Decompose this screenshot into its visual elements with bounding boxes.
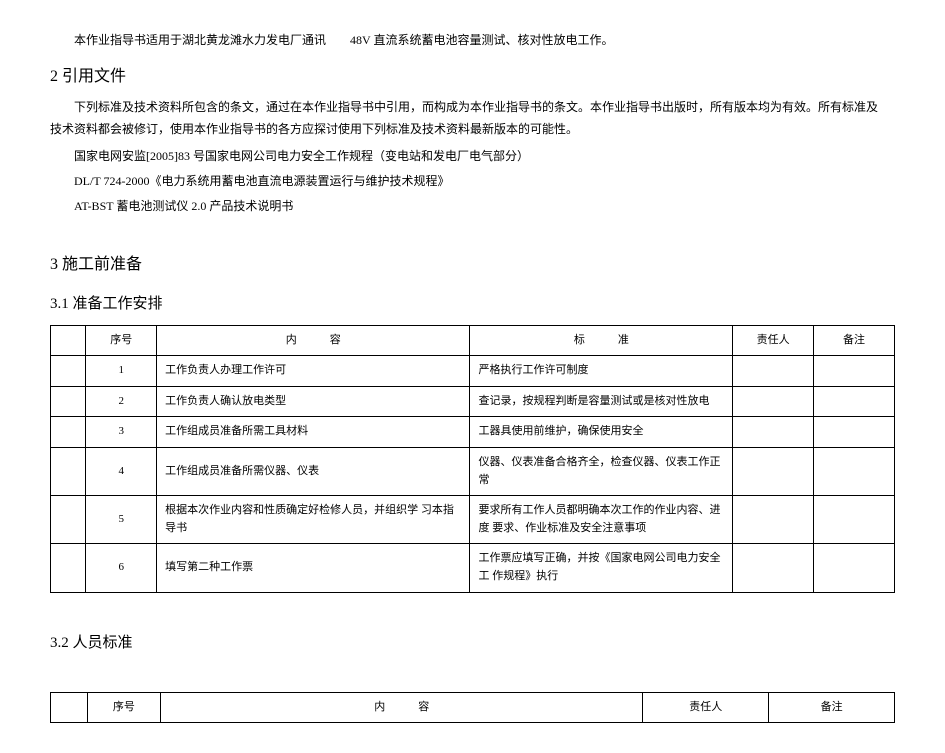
remark-cell (814, 356, 895, 387)
blank-cell (51, 544, 86, 592)
section-3-2-heading: 3.2 人员标准 (50, 631, 895, 652)
reference-line: AT-BST 蓄电池测试仪 2.0 产品技术说明书 (50, 195, 895, 218)
person-header: 责任人 (643, 692, 769, 723)
section-3-1-heading: 3.1 准备工作安排 (50, 292, 895, 313)
person-cell (733, 386, 814, 417)
seq-cell: 2 (86, 386, 157, 417)
remark-cell (814, 386, 895, 417)
preparation-table: 序号 内 容 标 准 责任人 备注 1 工作负责人办理工作许可 严格执行工作许可… (50, 325, 895, 593)
remark-header: 备注 (769, 692, 895, 723)
personnel-table: 序号 内 容 责任人 备注 (50, 692, 895, 724)
person-cell (733, 447, 814, 495)
standard-cell: 工器具使用前维护，确保使用安全 (470, 417, 733, 448)
content-cell: 工作组成员准备所需工具材料 (157, 417, 470, 448)
reference-line: 国家电网安监[2005]83 号国家电网公司电力安全工作规程（变电站和发电厂电气… (50, 145, 895, 168)
standard-header: 标 准 (470, 325, 733, 356)
person-header: 责任人 (733, 325, 814, 356)
blank-cell (51, 386, 86, 417)
section-2-paragraph: 下列标准及技术资料所包含的条文，通过在本作业指导书中引用，而构成为本作业指导书的… (50, 96, 895, 142)
blank-cell (51, 356, 86, 387)
standard-cell: 严格执行工作许可制度 (470, 356, 733, 387)
content-cell: 根据本次作业内容和性质确定好检修人员，并组织学 习本指导书 (157, 496, 470, 544)
section-3-heading: 3 施工前准备 (50, 250, 895, 274)
seq-header: 序号 (86, 325, 157, 356)
content-cell: 工作负责人确认放电类型 (157, 386, 470, 417)
person-cell (733, 356, 814, 387)
table-row: 5 根据本次作业内容和性质确定好检修人员，并组织学 习本指导书 要求所有工作人员… (51, 496, 895, 544)
reference-line: DL/T 724-2000《电力系统用蓄电池直流电源装置运行与维护技术规程》 (50, 170, 895, 193)
standard-cell: 查记录，按规程判断是容量测试或是核对性放电 (470, 386, 733, 417)
person-cell (733, 417, 814, 448)
seq-cell: 5 (86, 496, 157, 544)
section-2-heading: 2 引用文件 (50, 62, 895, 86)
remark-cell (814, 544, 895, 592)
standard-cell: 仪器、仪表准备合格齐全，检查仪器、仪表工作正常 (470, 447, 733, 495)
blank-header (51, 325, 86, 356)
blank-cell (51, 417, 86, 448)
blank-header (51, 692, 88, 723)
table-row: 2 工作负责人确认放电类型 查记录，按规程判断是容量测试或是核对性放电 (51, 386, 895, 417)
table-row: 3 工作组成员准备所需工具材料 工器具使用前维护，确保使用安全 (51, 417, 895, 448)
seq-cell: 3 (86, 417, 157, 448)
table-header-row: 序号 内 容 责任人 备注 (51, 692, 895, 723)
person-cell (733, 496, 814, 544)
content-cell: 工作组成员准备所需仪器、仪表 (157, 447, 470, 495)
intro-paragraph: 本作业指导书适用于湖北黄龙滩水力发电厂通讯 48V 直流系统蓄电池容量测试、核对… (50, 30, 895, 52)
remark-cell (814, 496, 895, 544)
seq-header: 序号 (87, 692, 160, 723)
blank-cell (51, 496, 86, 544)
standard-cell: 工作票应填写正确，并按《国家电网公司电力安全工 作规程》执行 (470, 544, 733, 592)
content-header: 内 容 (157, 325, 470, 356)
seq-cell: 6 (86, 544, 157, 592)
content-cell: 工作负责人办理工作许可 (157, 356, 470, 387)
person-cell (733, 544, 814, 592)
remark-header: 备注 (814, 325, 895, 356)
seq-cell: 4 (86, 447, 157, 495)
table-row: 6 填写第二种工作票 工作票应填写正确，并按《国家电网公司电力安全工 作规程》执… (51, 544, 895, 592)
table-row: 1 工作负责人办理工作许可 严格执行工作许可制度 (51, 356, 895, 387)
content-header: 内 容 (161, 692, 643, 723)
standard-cell: 要求所有工作人员都明确本次工作的作业内容、进度 要求、作业标准及安全注意事项 (470, 496, 733, 544)
seq-cell: 1 (86, 356, 157, 387)
remark-cell (814, 447, 895, 495)
blank-cell (51, 447, 86, 495)
remark-cell (814, 417, 895, 448)
content-cell: 填写第二种工作票 (157, 544, 470, 592)
table-header-row: 序号 内 容 标 准 责任人 备注 (51, 325, 895, 356)
table-row: 4 工作组成员准备所需仪器、仪表 仪器、仪表准备合格齐全，检查仪器、仪表工作正常 (51, 447, 895, 495)
